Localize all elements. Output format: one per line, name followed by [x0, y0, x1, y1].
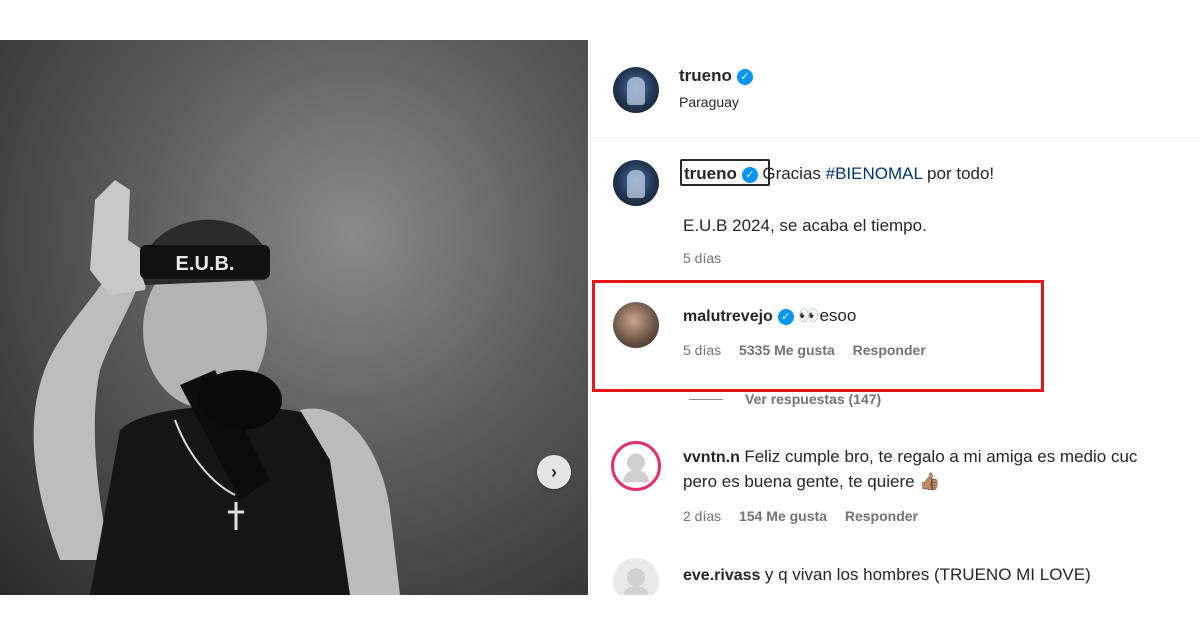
thumbs-up-emoji-icon: 👍🏽: [919, 472, 941, 491]
comment-3: eve.rivass y q vivan los hombres (TRUENO…: [683, 565, 1091, 585]
caption: trueno ✓ Gracias #BIENOMAL por todo!: [684, 164, 1184, 184]
view-replies-line: [689, 399, 723, 400]
verified-icon: ✓: [741, 166, 758, 183]
comment-2-line-2: pero es buena gente, te quiere 👍🏽: [683, 472, 940, 492]
view-replies-button[interactable]: Ver respuestas (147): [745, 391, 881, 407]
performer-photo: E.U.B.: [33, 180, 400, 595]
caption-age[interactable]: 5 días: [683, 250, 721, 266]
comment-highlight-box: [592, 280, 1044, 392]
author-avatar[interactable]: [613, 67, 659, 113]
comment-avatar[interactable]: [613, 558, 659, 595]
caption-line-2: E.U.B 2024, se acaba el tiempo.: [683, 216, 927, 235]
author-username[interactable]: trueno: [679, 66, 732, 85]
comment-username[interactable]: vvntn.n: [683, 449, 740, 466]
post-location[interactable]: Paraguay: [679, 94, 753, 110]
comment-username[interactable]: eve.rivass: [683, 567, 760, 584]
next-photo-button[interactable]: ›: [537, 455, 571, 489]
comment-text: Feliz cumple bro, te regalo a mi amiga e…: [744, 447, 1138, 466]
comment-text: y q vivan los hombres (TRUENO MI LOVE): [764, 565, 1091, 584]
header-divider: [591, 137, 1200, 138]
hashtag-link[interactable]: #BIENOMAL: [826, 164, 923, 183]
comment-likes[interactable]: 154 Me gusta: [739, 508, 827, 524]
caption-username[interactable]: trueno: [684, 164, 737, 183]
comment-text-line-2: pero es buena gente, te quiere: [683, 472, 915, 491]
headband-text: E.U.B.: [176, 253, 235, 275]
caption-avatar[interactable]: [613, 160, 659, 206]
verified-icon: ✓: [736, 68, 753, 85]
author-header: trueno ✓ Paraguay: [679, 66, 753, 110]
comment-avatar[interactable]: [611, 441, 661, 491]
reply-button[interactable]: Responder: [845, 508, 918, 524]
caption-text-pre: Gracias: [762, 164, 826, 183]
comment-2: vvntn.n Feliz cumple bro, te regalo a mi…: [683, 447, 1200, 467]
comment-meta: 2 días 154 Me gusta Responder: [683, 508, 932, 524]
post-photo[interactable]: E.U.B. ›: [0, 40, 588, 595]
caption-text-post: por todo!: [922, 164, 995, 183]
comment-age[interactable]: 2 días: [683, 508, 721, 524]
